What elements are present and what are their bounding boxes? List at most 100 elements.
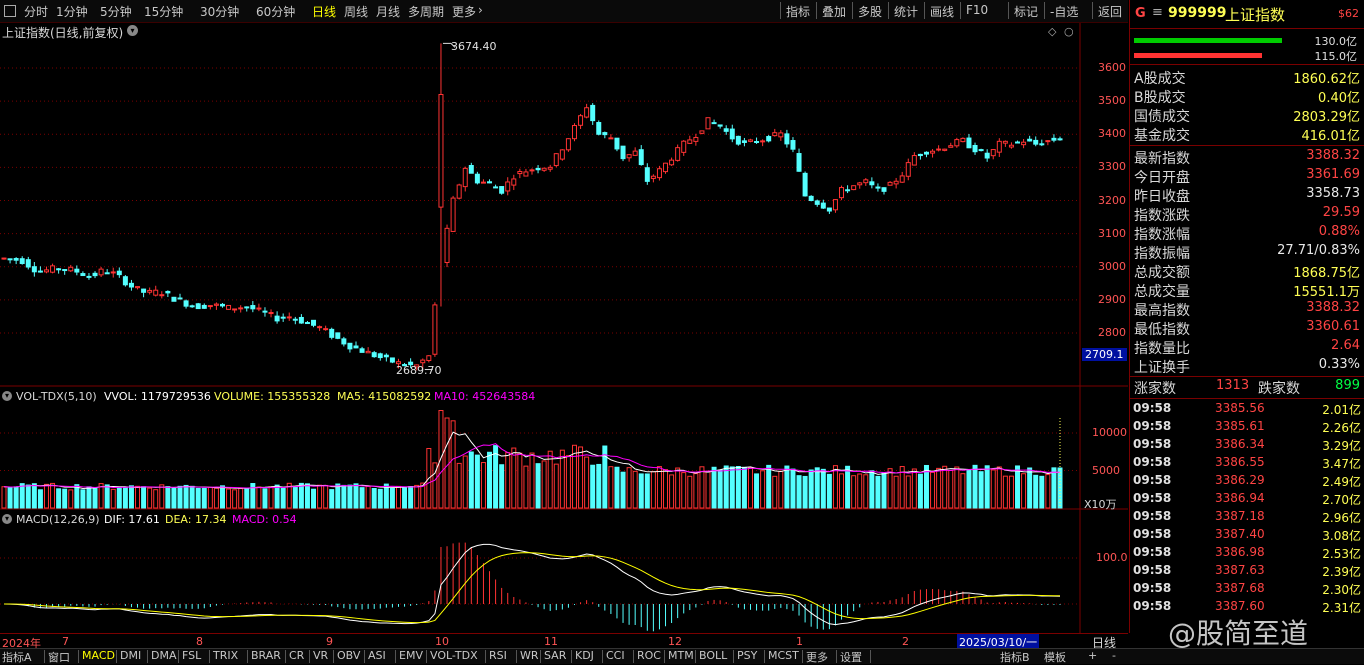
tool-button-2[interactable]: 多股 xyxy=(858,3,882,20)
period-tab-4[interactable]: 30分钟 xyxy=(200,3,239,20)
indicator-tab-6[interactable]: TRIX xyxy=(213,649,238,662)
volume-bar xyxy=(116,487,122,509)
indicator-tab-21[interactable]: BOLL xyxy=(699,649,727,662)
chevron-down-icon[interactable]: ▾ xyxy=(2,514,12,524)
tick-price: 3386.55 xyxy=(1215,455,1265,469)
tick-price: 3387.63 xyxy=(1215,563,1265,577)
chevron-right-icon[interactable]: › xyxy=(478,3,483,17)
indicator-tab-13[interactable]: VOL-TDX xyxy=(430,649,478,662)
indicator-tab-3[interactable]: DMI xyxy=(120,649,141,662)
indicator-tab-19[interactable]: ROC xyxy=(637,649,661,662)
period-tab-9[interactable]: 多周期 xyxy=(408,3,444,20)
indicator-tab-17[interactable]: KDJ xyxy=(575,649,594,662)
period-tab-6[interactable]: 日线 xyxy=(312,3,336,20)
chevron-down-icon[interactable]: ▾ xyxy=(2,391,12,401)
volume-bar xyxy=(687,475,693,509)
candle-body xyxy=(92,272,98,277)
tab-separator xyxy=(602,650,603,663)
stat-label: 指数涨幅 xyxy=(1134,227,1190,243)
bottom-right-control-2[interactable]: + xyxy=(1088,649,1097,662)
indicator-tab-11[interactable]: ASI xyxy=(368,649,386,662)
volume-bar xyxy=(68,489,74,509)
volume-bar xyxy=(183,484,189,509)
indicator-tab-2[interactable]: MACD xyxy=(82,649,115,662)
volume-tick: 5000 xyxy=(1092,463,1120,477)
tool-button-0[interactable]: 指标 xyxy=(786,3,810,20)
period-tab-1[interactable]: 1分钟 xyxy=(56,3,88,20)
indicator-tab-12[interactable]: EMV xyxy=(399,649,423,662)
candle-body xyxy=(377,353,383,359)
indicator-tab-20[interactable]: MTM xyxy=(668,649,694,662)
tool-button-4[interactable]: 画线 xyxy=(930,3,954,20)
indicator-tab-7[interactable]: BRAR xyxy=(251,649,281,662)
candle-body xyxy=(711,122,717,125)
volume-bar xyxy=(292,486,298,509)
candle-body xyxy=(438,94,444,208)
turnover-row: 国债成交 2803.29亿 xyxy=(1134,106,1362,125)
tool-button-8[interactable]: 返回 xyxy=(1098,3,1122,20)
tick-price: 3385.61 xyxy=(1215,419,1265,433)
volume-bar xyxy=(735,465,741,509)
period-tab-0[interactable]: 分时 xyxy=(24,3,48,20)
period-tab-7[interactable]: 周线 xyxy=(344,3,368,20)
volume-bar xyxy=(80,489,86,509)
tick-time: 09:58 xyxy=(1133,581,1172,595)
chart-area[interactable]: 上证指数(日线,前复权) ▾ ◇ ○ 3600 3500 3400 3300 3200 3… xyxy=(0,23,1128,633)
indicator-tab-10[interactable]: OBV xyxy=(337,649,360,662)
volume-bar xyxy=(845,465,851,509)
volume-bar xyxy=(681,472,687,509)
volume-bar xyxy=(1015,465,1021,509)
period-tab-10[interactable]: 更多 xyxy=(452,3,476,20)
volume-bar xyxy=(74,484,80,509)
volume-bar xyxy=(280,487,286,509)
candle-body xyxy=(596,122,602,135)
candle-body xyxy=(286,316,292,319)
month-label-2: 8 xyxy=(196,635,203,648)
tool-button-7[interactable]: -自选 xyxy=(1050,3,1078,20)
indicator-tab-15[interactable]: WR xyxy=(520,649,539,662)
menu-icon[interactable]: ≡ xyxy=(1152,5,1163,20)
indicator-tab-9[interactable]: VR xyxy=(313,649,328,662)
period-tab-8[interactable]: 月线 xyxy=(376,3,400,20)
chevron-down-icon[interactable]: ▾ xyxy=(127,25,138,36)
volume-bar xyxy=(523,465,529,509)
indicator-tab-5[interactable]: FSL xyxy=(182,649,201,662)
indicator-tab-16[interactable]: SAR xyxy=(544,649,566,662)
diamond-icon[interactable]: ◇ xyxy=(1048,25,1056,38)
circle-icon[interactable]: ○ xyxy=(1064,25,1074,38)
bottom-right-control-3[interactable]: - xyxy=(1112,649,1116,662)
volume-bar xyxy=(92,487,98,509)
menu-box-icon[interactable] xyxy=(4,5,16,17)
candle-body xyxy=(86,275,92,278)
indicator-tab-14[interactable]: RSI xyxy=(489,649,507,662)
indicator-tab-18[interactable]: CCI xyxy=(606,649,625,662)
volume-bar xyxy=(1045,474,1051,509)
volume-bar xyxy=(754,473,760,509)
candle-body xyxy=(826,207,832,212)
indicator-tab-8[interactable]: CR xyxy=(289,649,304,662)
candle-body xyxy=(19,258,25,265)
tool-button-6[interactable]: 标记 xyxy=(1014,3,1038,20)
indicator-tab-22[interactable]: PSY xyxy=(737,649,757,662)
stat-row: 最高指数 3388.32 xyxy=(1134,300,1362,319)
candle-body xyxy=(499,186,505,194)
tool-button-5[interactable]: F10 xyxy=(966,3,988,17)
tool-button-3[interactable]: 统计 xyxy=(894,3,918,20)
indicator-tab-23[interactable]: MCST xyxy=(768,649,799,662)
volume-bar xyxy=(1033,474,1039,509)
candle-body xyxy=(632,150,638,156)
candle-body xyxy=(772,132,778,137)
volume-bar xyxy=(614,466,620,509)
indicator-tab-4[interactable]: DMA xyxy=(151,649,177,662)
period-tab-5[interactable]: 60分钟 xyxy=(256,3,295,20)
candle-body xyxy=(863,179,869,184)
tick-row: 09:58 3387.40 3.08亿 xyxy=(1133,527,1363,545)
candle-body xyxy=(559,149,565,160)
candle-body xyxy=(1015,141,1021,144)
volume-bar xyxy=(50,482,56,509)
period-tab-3[interactable]: 15分钟 xyxy=(144,3,183,20)
period-tab-2[interactable]: 5分钟 xyxy=(100,3,132,20)
candle-body xyxy=(450,197,456,232)
tool-button-1[interactable]: 叠加 xyxy=(822,3,846,20)
stat-value: 2.64 xyxy=(1331,338,1360,353)
